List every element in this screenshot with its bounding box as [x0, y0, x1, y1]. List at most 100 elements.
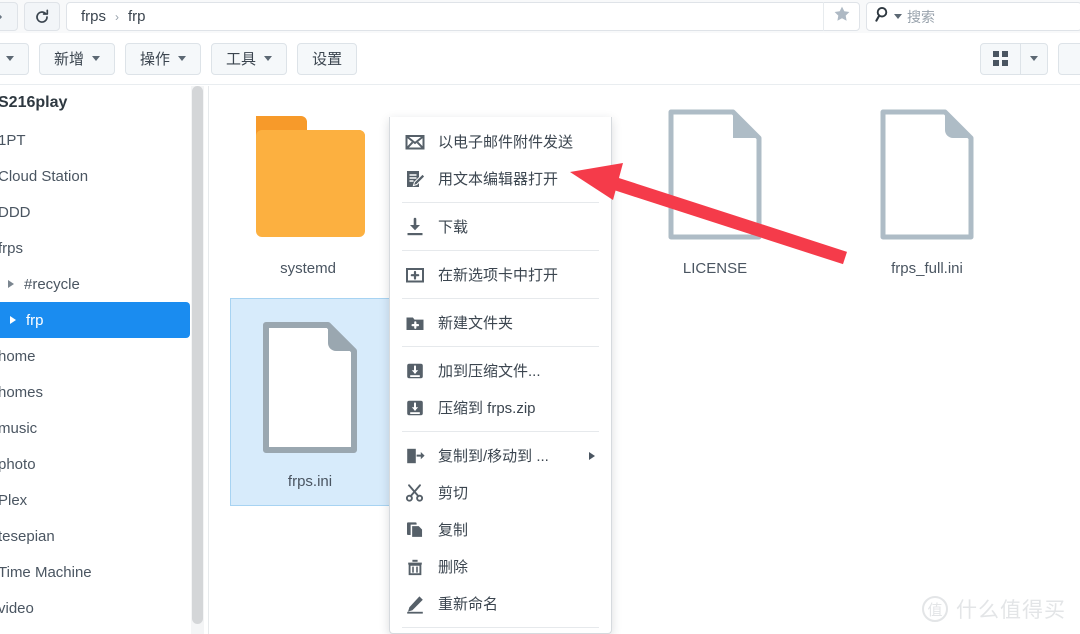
sidebar-item-frps[interactable]: frps [0, 230, 190, 266]
chevron-down-icon [264, 56, 273, 61]
context-menu-separator [402, 298, 599, 299]
context-menu-item-label: 以电子邮件附件发送 [438, 134, 574, 151]
mail-icon [404, 131, 426, 153]
context-menu-item[interactable]: 加到压缩文件... [390, 352, 611, 389]
sidebar-scrollbar-thumb[interactable] [192, 86, 203, 624]
context-menu-item[interactable]: 用文本编辑器打开 [390, 160, 611, 197]
sidebar-item-ddd[interactable]: DDD [0, 194, 190, 230]
settings-button-label: 设置 [312, 51, 343, 68]
context-menu-item-label: 下载 [438, 219, 469, 236]
search-box[interactable]: 搜索 [866, 2, 1080, 31]
context-menu-item[interactable]: 删除 [390, 548, 611, 585]
sidebar-item-music[interactable]: music [0, 410, 190, 446]
new-folder-icon [404, 312, 426, 334]
context-menu: 以电子邮件附件发送 用文本编辑器打开 下载在新选项卡中打开新建文件夹加到压缩文件..… [389, 117, 612, 634]
favorite-button[interactable] [823, 2, 859, 31]
document-icon [240, 313, 380, 463]
download-icon [404, 216, 426, 238]
view-options-button[interactable] [1020, 43, 1047, 74]
breadcrumb-item-0[interactable]: frps [81, 8, 106, 25]
refresh-icon [34, 8, 50, 25]
sidebar-item-label: home [0, 347, 36, 365]
sidebar-item-time-machine[interactable]: Time Machine [0, 554, 190, 590]
context-menu-item-label: 在新选项卡中打开 [438, 267, 559, 284]
path-breadcrumb-bar[interactable]: frps › frp [66, 2, 860, 31]
context-menu-item-label: 用文本编辑器打开 [438, 171, 559, 188]
expand-triangle-icon[interactable] [10, 316, 16, 324]
file-item-license[interactable]: LICENSE [635, 86, 795, 291]
action-button[interactable]: 操作 [125, 42, 202, 75]
star-icon [832, 4, 852, 29]
archive-icon [404, 397, 426, 419]
more-options-button[interactable] [1058, 42, 1080, 75]
sidebar-item-homes[interactable]: homes [0, 374, 190, 410]
breadcrumb-item-1[interactable]: frp [128, 8, 146, 25]
context-menu-item-label: 删除 [438, 559, 469, 576]
file-name-label: frps.ini [287, 473, 333, 490]
sidebar-item-label: DDD [0, 203, 31, 221]
document-icon [645, 100, 785, 250]
sidebar-item-home[interactable]: home [0, 338, 190, 374]
context-menu-item[interactable]: 下载 [390, 208, 611, 245]
sidebar-item-label: photo [0, 455, 36, 473]
create-button[interactable]: 新增 [39, 42, 116, 75]
watermark-text: 什么值得买 [956, 599, 1066, 622]
file-item-frps-ini[interactable]: frps.ini [230, 298, 390, 506]
watermark: 值 什么值得买 [922, 594, 1066, 624]
sidebar-item-recycle[interactable]: #recycle [0, 266, 190, 302]
context-menu-item[interactable]: 新建文件夹 [390, 304, 611, 341]
sidebar-item-tesepian[interactable]: tesepian [0, 518, 190, 554]
context-menu-item[interactable]: 复制 [390, 511, 611, 548]
sidebar-item-plex[interactable]: Plex [0, 482, 190, 518]
sidebar-title: S216play [0, 94, 68, 111]
search-input[interactable]: 搜索 [907, 7, 935, 27]
context-menu-item[interactable]: 压缩到 frps.zip [390, 389, 611, 426]
context-menu-item-label: 复制到/移动到 ... [438, 448, 549, 465]
context-menu-item[interactable]: 重新命名 [390, 585, 611, 622]
tools-button[interactable]: 工具 [211, 42, 288, 75]
sidebar-item-label: Plex [0, 491, 28, 509]
refresh-button[interactable] [24, 2, 60, 31]
context-menu-item[interactable]: 以电子邮件附件发送 [390, 123, 611, 160]
chevron-down-icon [178, 56, 187, 61]
grid-view-button[interactable] [981, 44, 1020, 74]
sidebar-item-label: frp [26, 311, 44, 329]
action-button-label: 操作 [140, 51, 171, 68]
file-name-label: frps_full.ini [891, 260, 963, 277]
breadcrumb-separator: › [115, 9, 120, 24]
context-menu-item[interactable]: 剪切 [390, 474, 611, 511]
sidebar-item-label: tesepian [0, 527, 55, 545]
watermark-logo: 值 [922, 596, 948, 622]
context-menu-separator [402, 202, 599, 203]
file-item-frps-full-ini[interactable]: frps_full.ini [847, 86, 1007, 291]
sidebar-item-1pt[interactable]: 1PT [0, 122, 190, 158]
tools-button-label: 工具 [226, 51, 257, 68]
sidebar-item-cloud-station[interactable]: Cloud Station [0, 158, 190, 194]
settings-button[interactable]: 设置 [297, 42, 358, 75]
sidebar-item-photo[interactable]: photo [0, 446, 190, 482]
view-mode-group [980, 42, 1048, 75]
chevron-right-icon [0, 10, 5, 24]
context-menu-separator [402, 431, 599, 432]
sidebar-item-label: Cloud Station [0, 167, 89, 185]
context-menu-item-label: 剪切 [438, 485, 469, 502]
chevron-down-icon [1030, 56, 1038, 61]
sidebar-item-label: music [0, 419, 38, 437]
upload-button[interactable]: 传 [0, 42, 30, 75]
sidebar-item-video[interactable]: video [0, 590, 190, 626]
address-bar: frps › frp 搜索 [0, 0, 1080, 33]
context-menu-item[interactable]: 复制到/移动到 ... [390, 437, 611, 474]
context-menu-item-label: 压缩到 frps.zip [438, 400, 536, 417]
file-name-label: LICENSE [682, 260, 748, 277]
context-menu-item-label: 加到压缩文件... [438, 363, 541, 380]
sidebar-item-label: homes [0, 383, 44, 401]
file-item-folder[interactable]: systemd [228, 86, 388, 291]
search-caret-icon[interactable] [894, 14, 902, 19]
sidebar-item-frp[interactable]: frp [0, 302, 190, 338]
context-menu-item[interactable]: 在新选项卡中打开 [390, 256, 611, 293]
grid-view-icon [993, 51, 1008, 66]
expand-triangle-icon[interactable] [8, 280, 14, 288]
search-icon [875, 6, 892, 28]
forward-button[interactable] [0, 2, 18, 31]
context-menu-separator [402, 627, 599, 628]
